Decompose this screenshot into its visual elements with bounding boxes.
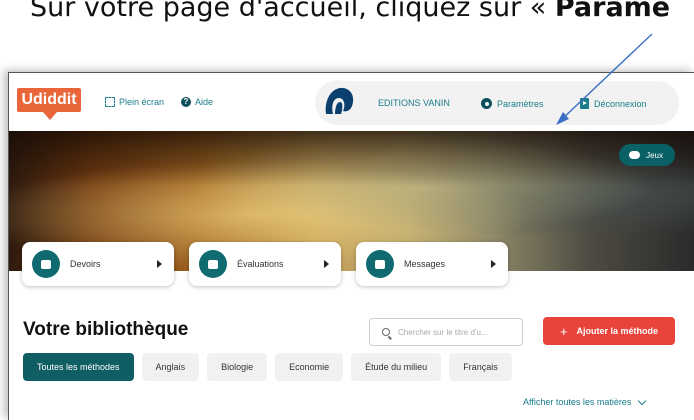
caption-text: Sur votre page d'accueil, cliquez sur « xyxy=(30,0,555,23)
add-method-label: Ajouter la méthode xyxy=(576,326,659,336)
messages-icon xyxy=(366,250,394,278)
chip-biologie[interactable]: Biologie xyxy=(207,353,268,381)
caret-right-icon xyxy=(491,260,496,268)
chevron-down-icon xyxy=(638,396,647,405)
settings-label: Paramètres xyxy=(497,98,544,109)
publisher-avatar[interactable] xyxy=(319,80,359,120)
caret-right-icon xyxy=(157,260,162,268)
card-messages[interactable]: Messages xyxy=(356,242,508,286)
chip-all-methods[interactable]: Toutes les méthodes xyxy=(23,353,134,381)
evaluations-icon xyxy=(199,250,227,278)
homework-icon xyxy=(32,250,60,278)
search-icon xyxy=(382,328,390,336)
udiddit-logo[interactable]: Udiddit xyxy=(17,88,81,120)
search-input[interactable]: Chercher sur le titre d'u... xyxy=(369,318,523,346)
chip-anglais[interactable]: Anglais xyxy=(141,353,200,381)
settings-button[interactable]: Paramètres xyxy=(481,98,544,109)
show-all-label: Afficher toutes les matières xyxy=(523,397,632,407)
top-bar: Udiddit Plein écran ? Aide EDITIONS VANI… xyxy=(9,73,694,131)
help-label: Aide xyxy=(195,97,214,107)
games-button[interactable]: Jeux xyxy=(619,144,675,166)
subject-filter-chips: Toutes les méthodes Anglais Biologie Eco… xyxy=(23,353,512,381)
caption-bold: Paramè xyxy=(554,0,671,23)
card-label: Devoirs xyxy=(70,259,101,269)
chip-economie[interactable]: Economie xyxy=(275,353,344,381)
show-all-subjects-link[interactable]: Afficher toutes les matières xyxy=(523,396,647,407)
app-screenshot: Udiddit Plein écran ? Aide EDITIONS VANI… xyxy=(8,72,694,420)
logout-button[interactable]: Déconnexion xyxy=(580,98,647,109)
help-icon: ? xyxy=(181,97,191,107)
gear-icon xyxy=(481,98,492,109)
card-label: Messages xyxy=(404,259,446,269)
plus-icon: + xyxy=(559,323,568,339)
logout-icon xyxy=(580,98,589,109)
card-homework[interactable]: Devoirs xyxy=(22,242,174,286)
banner-shade xyxy=(9,131,694,186)
search-placeholder: Chercher sur le titre d'u... xyxy=(398,327,488,337)
fullscreen-label: Plein écran xyxy=(119,97,165,107)
card-evaluations[interactable]: Évaluations xyxy=(189,242,341,286)
library-title: Votre bibliothèque xyxy=(23,319,189,340)
logout-label: Déconnexion xyxy=(594,98,647,109)
gamepad-icon xyxy=(629,151,641,159)
publisher-logo-icon xyxy=(325,87,354,114)
caret-right-icon xyxy=(324,260,329,268)
instruction-caption: Sur votre page d'accueil, cliquez sur « … xyxy=(30,0,670,23)
publisher-name: EDITIONS VANIN xyxy=(378,98,450,108)
chip-francais[interactable]: Français xyxy=(449,353,512,381)
games-label: Jeux xyxy=(646,150,663,160)
fullscreen-icon xyxy=(105,97,115,107)
help-button[interactable]: ? Aide xyxy=(181,97,213,107)
chip-etude-du-milieu[interactable]: Étude du milieu xyxy=(351,353,442,381)
add-method-button[interactable]: + Ajouter la méthode xyxy=(543,317,675,345)
card-label: Évaluations xyxy=(237,259,284,269)
fullscreen-button[interactable]: Plein écran xyxy=(105,97,164,107)
